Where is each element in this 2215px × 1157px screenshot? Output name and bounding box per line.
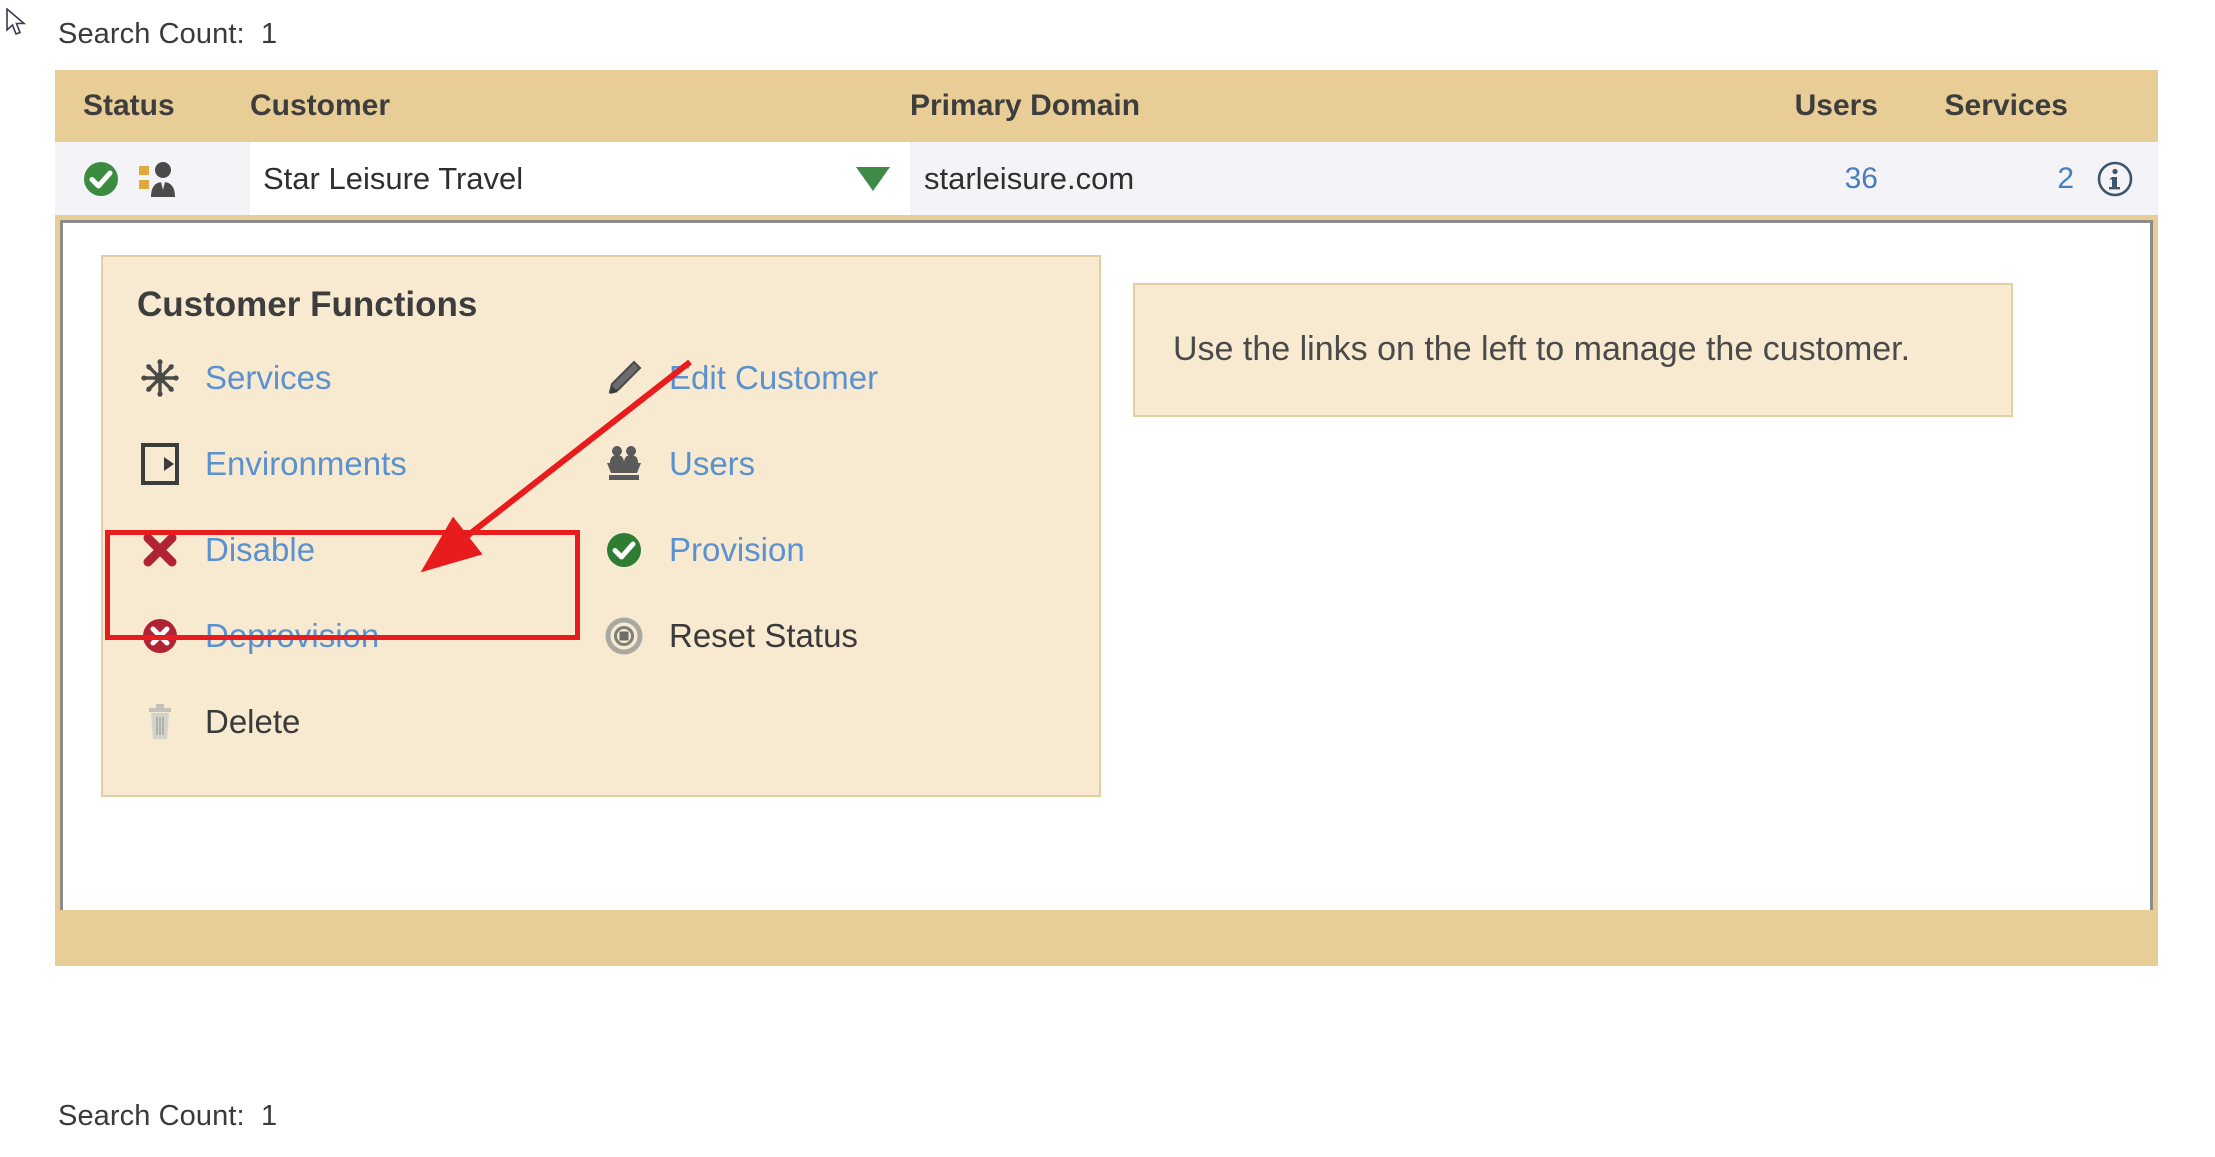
customer-functions-right-column: Edit Customer Users Provision Reset Stat…: [601, 335, 1065, 765]
table-row[interactable]: Star Leisure Travel starleisure.com 36 2: [55, 142, 2158, 215]
info-circle-icon[interactable]: [2096, 160, 2134, 198]
function-item-users[interactable]: Users: [601, 421, 1065, 507]
triangle-down-icon[interactable]: [856, 166, 890, 191]
environment-box-icon: [137, 441, 183, 487]
search-count-bottom: Search Count: 1: [58, 1100, 278, 1132]
function-label-disable[interactable]: Disable: [205, 531, 315, 569]
function-label-provision[interactable]: Provision: [669, 531, 805, 569]
column-header-users[interactable]: Users: [1648, 89, 1878, 123]
function-label-deprovision[interactable]: Deprovision: [205, 617, 379, 655]
function-label-edit-customer[interactable]: Edit Customer: [669, 359, 878, 397]
users-group-icon: [601, 441, 647, 487]
trash-icon: [137, 699, 183, 745]
green-check-icon: [601, 527, 647, 573]
function-item-deprovision[interactable]: Deprovision: [137, 593, 601, 679]
customer-name[interactable]: Star Leisure Travel: [250, 161, 523, 197]
column-header-primary-domain[interactable]: Primary Domain: [910, 89, 1648, 123]
services-count[interactable]: 2: [2057, 162, 2074, 196]
cell-primary-domain: starleisure.com: [910, 142, 1648, 215]
cell-services: 2: [1878, 142, 2158, 215]
hint-panel: Use the links on the left to manage the …: [1133, 283, 2013, 417]
expanded-detail-panel: Customer Functions Services Environments…: [60, 220, 2153, 910]
function-label-users[interactable]: Users: [669, 445, 755, 483]
function-item-services[interactable]: Services: [137, 335, 601, 421]
customer-functions-panel: Customer Functions Services Environments…: [101, 255, 1101, 797]
cell-users[interactable]: 36: [1648, 142, 1878, 215]
column-header-services[interactable]: Services: [1878, 89, 2158, 123]
function-label-services[interactable]: Services: [205, 359, 332, 397]
business-person-icon[interactable]: [137, 157, 181, 201]
cell-customer: Star Leisure Travel: [250, 142, 910, 215]
function-item-provision[interactable]: Provision: [601, 507, 1065, 593]
column-header-status[interactable]: Status: [55, 89, 250, 123]
reset-target-icon: [601, 613, 647, 659]
snowflake-icon: [137, 355, 183, 401]
detail-footer-bar: [55, 910, 2158, 966]
customer-functions-left-column: Services Environments Disable Deprovisio…: [137, 335, 601, 765]
expanded-detail-wrapper: Customer Functions Services Environments…: [55, 215, 2158, 910]
red-x-icon: [137, 527, 183, 573]
function-item-delete: Delete: [137, 679, 601, 765]
function-item-disable[interactable]: Disable: [137, 507, 601, 593]
search-count-top: Search Count: 1: [58, 18, 278, 50]
function-label-delete: Delete: [205, 703, 301, 740]
column-header-customer[interactable]: Customer: [250, 89, 910, 123]
function-item-environments[interactable]: Environments: [137, 421, 601, 507]
pencil-icon: [601, 355, 647, 401]
customer-results-table: Status Customer Primary Domain Users Ser…: [55, 70, 2158, 966]
mouse-cursor-icon: [6, 8, 27, 36]
customer-functions-title: Customer Functions: [137, 285, 478, 324]
function-item-reset-status: Reset Status: [601, 593, 1065, 679]
function-item-edit-customer[interactable]: Edit Customer: [601, 335, 1065, 421]
hint-text: Use the links on the left to manage the …: [1173, 330, 1911, 368]
function-label-reset-status: Reset Status: [669, 617, 858, 654]
red-circle-x-icon: [137, 613, 183, 659]
green-check-icon[interactable]: [81, 159, 121, 199]
cell-status: [55, 142, 250, 215]
table-header-row: Status Customer Primary Domain Users Ser…: [55, 70, 2158, 142]
function-label-environments[interactable]: Environments: [205, 445, 407, 483]
